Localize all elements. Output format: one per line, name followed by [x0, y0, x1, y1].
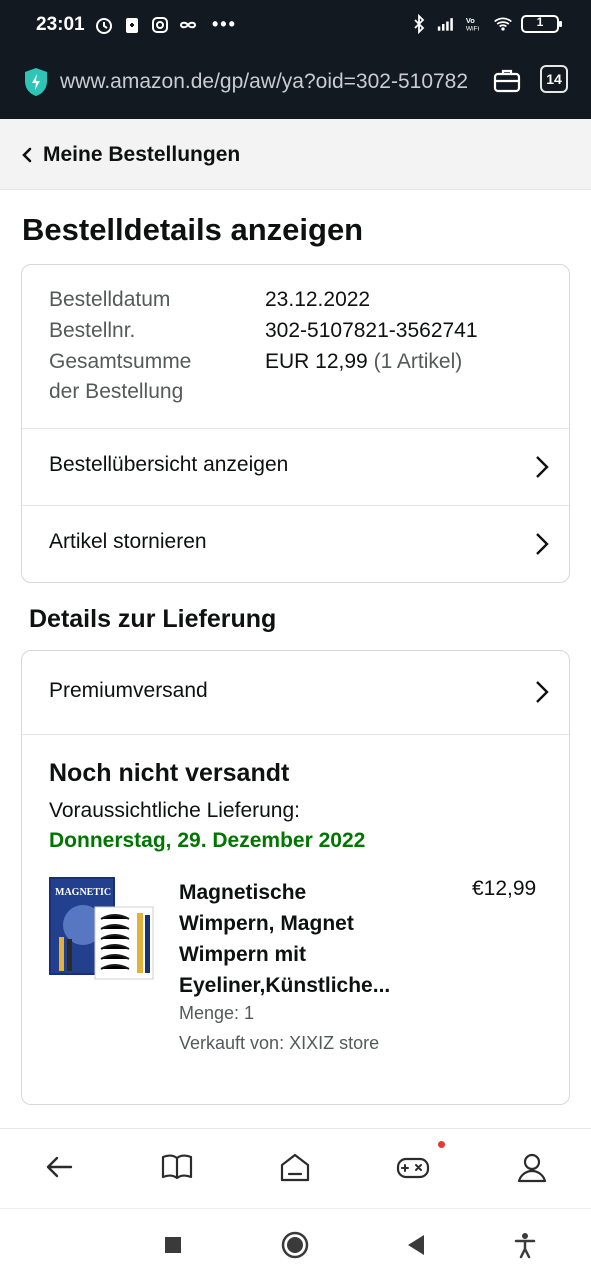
product-image-brand-text: MAGNETIC: [55, 887, 111, 898]
url-field[interactable]: www.amazon.de/gp/aw/ya?oid=302-510782: [60, 70, 474, 94]
order-summary-card: Bestelldatum 23.12.2022 Bestellnr. 302-5…: [21, 264, 570, 583]
delivery-card: Premiumversand Noch nicht versandt Vorau…: [21, 650, 570, 1105]
order-total-items: (1 Artikel): [373, 350, 463, 373]
product-title-line-3: Wimpern mit: [179, 943, 306, 966]
shipment-status: Noch nicht versandt: [49, 759, 290, 787]
notification-dot: [438, 1141, 445, 1148]
browser-url-bar: www.amazon.de/gp/aw/ya?oid=302-510782 14: [0, 50, 591, 119]
status-bar: 23:01 ••• Vo WiFi 1: [0, 0, 591, 50]
estimated-delivery-label: Voraussichtliche Lieferung:: [49, 799, 300, 822]
chevron-right-icon: [536, 456, 549, 478]
chevron-right-icon: [536, 681, 549, 703]
cancel-items-link[interactable]: Artikel stornieren: [22, 506, 569, 582]
order-total-row: Gesamtsumme der Bestellung EUR 12,99 (1 …: [49, 347, 462, 407]
infinity-icon: [179, 21, 197, 28]
status-time: 23:01: [36, 14, 85, 35]
status-icons-left: •••: [94, 14, 237, 35]
status-icons-right: Vo WiFi 1: [409, 14, 562, 34]
svg-text:Vo: Vo: [466, 16, 475, 25]
system-back-icon[interactable]: [402, 1231, 430, 1259]
tab-count-button[interactable]: 14: [540, 65, 568, 93]
order-total-value: EUR 12,99 (1 Artikel): [265, 347, 462, 377]
product-title-link[interactable]: Magnetische Wimpern, Magnet Wimpern mit …: [179, 877, 429, 1001]
system-nav-bar: [0, 1208, 591, 1280]
order-number-label: Bestellnr.: [49, 319, 136, 342]
order-total-amount: EUR 12,99: [265, 350, 368, 373]
order-overview-label: Bestellübersicht anzeigen: [49, 453, 289, 476]
product-title-line-2: Wimpern, Magnet: [179, 912, 354, 935]
product-title-line-1: Magnetische: [179, 881, 307, 904]
games-icon[interactable]: [395, 1149, 431, 1185]
order-total-label-2: der Bestellung: [49, 380, 184, 403]
profile-icon[interactable]: [514, 1149, 550, 1185]
bluetooth-icon: [414, 14, 425, 34]
recents-icon[interactable]: [159, 1231, 187, 1259]
back-to-orders-link[interactable]: Meine Bestellungen: [43, 143, 240, 167]
order-number-value: 302-5107821-3562741: [265, 319, 478, 342]
svg-text:WiFi: WiFi: [466, 26, 480, 33]
page-title: Bestelldetails anzeigen: [22, 212, 364, 247]
order-total-label-1: Gesamtsumme: [49, 350, 192, 373]
vowifi-icon: VoWiFi: [466, 16, 480, 33]
wifi-icon: [494, 17, 512, 31]
secure-shield-icon[interactable]: [22, 66, 50, 98]
browser-bottom-nav: [0, 1128, 591, 1208]
cancel-items-label: Artikel stornieren: [49, 530, 207, 553]
order-overview-link[interactable]: Bestellübersicht anzeigen: [22, 429, 569, 506]
bookmarks-icon[interactable]: [159, 1149, 195, 1185]
alarm-icon: [96, 17, 112, 34]
more-notifications-icon: •••: [212, 14, 237, 34]
battery-icon: 1: [521, 15, 562, 33]
order-number-row: Bestellnr. 302-5107821-3562741: [49, 316, 478, 346]
product-price: €12,99: [472, 877, 537, 900]
product-title-line-4: Eyeliner,Künstliche...: [179, 974, 391, 997]
home-button-icon[interactable]: [281, 1231, 309, 1259]
sim-icon: [126, 17, 138, 33]
briefcase-icon[interactable]: [492, 66, 522, 96]
product-seller: Verkauft von: XIXIZ store: [179, 1033, 380, 1053]
chevron-right-icon: [536, 533, 549, 555]
back-header[interactable]: Meine Bestellungen: [0, 119, 591, 190]
estimated-delivery-date: Donnerstag, 29. Dezember 2022: [49, 829, 366, 852]
delivery-section-title: Details zur Lieferung: [29, 605, 277, 633]
signal-icon: [437, 18, 453, 31]
chevron-left-icon: [22, 147, 32, 163]
order-summary: Bestelldatum 23.12.2022 Bestellnr. 302-5…: [22, 265, 569, 429]
product-image[interactable]: MAGNETIC: [49, 877, 154, 981]
instagram-icon: [152, 16, 168, 33]
order-date-label: Bestelldatum: [49, 288, 171, 311]
product-quantity: Menge: 1: [179, 1003, 255, 1023]
accessibility-icon[interactable]: [511, 1231, 539, 1259]
order-date-value: 23.12.2022: [265, 288, 371, 311]
back-arrow-icon[interactable]: [41, 1149, 77, 1185]
shipping-method-label: Premiumversand: [49, 679, 208, 702]
shipping-method-link[interactable]: Premiumversand: [22, 651, 569, 735]
order-date-row: Bestelldatum 23.12.2022: [49, 285, 370, 315]
home-icon[interactable]: [277, 1149, 313, 1185]
